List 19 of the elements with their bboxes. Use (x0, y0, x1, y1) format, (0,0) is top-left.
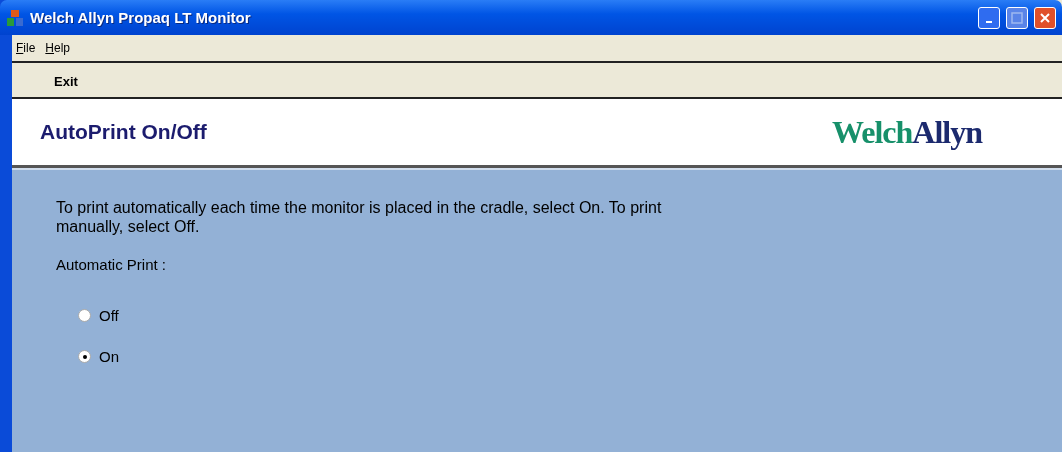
close-icon (1039, 11, 1051, 24)
maximize-icon (1011, 11, 1023, 24)
description-text: To print automatically each time the monitor is placed in the cradle, select On. To print manually, select Off. (56, 198, 663, 236)
radio-button[interactable] (78, 350, 91, 363)
minimize-button[interactable] (978, 6, 1000, 29)
field-label: Automatic Print : (56, 256, 168, 273)
radio-button[interactable] (78, 309, 91, 322)
radio-option[interactable]: Off (78, 307, 1018, 324)
close-button[interactable] (1034, 6, 1056, 29)
menu-item[interactable]: File (16, 41, 36, 55)
app-icon (6, 8, 24, 27)
page-title: AutoPrint On/Off (40, 120, 207, 144)
radio-option[interactable]: On (78, 348, 1018, 365)
menu-item[interactable]: Help (45, 41, 71, 55)
maximize-button[interactable] (1006, 6, 1028, 29)
logo: WelchAllyn (832, 113, 982, 151)
toolbar-button[interactable]: Exit (52, 71, 80, 91)
window-title: Welch Allyn Propaq LT Monitor (30, 9, 252, 26)
minimize-icon (986, 20, 992, 23)
